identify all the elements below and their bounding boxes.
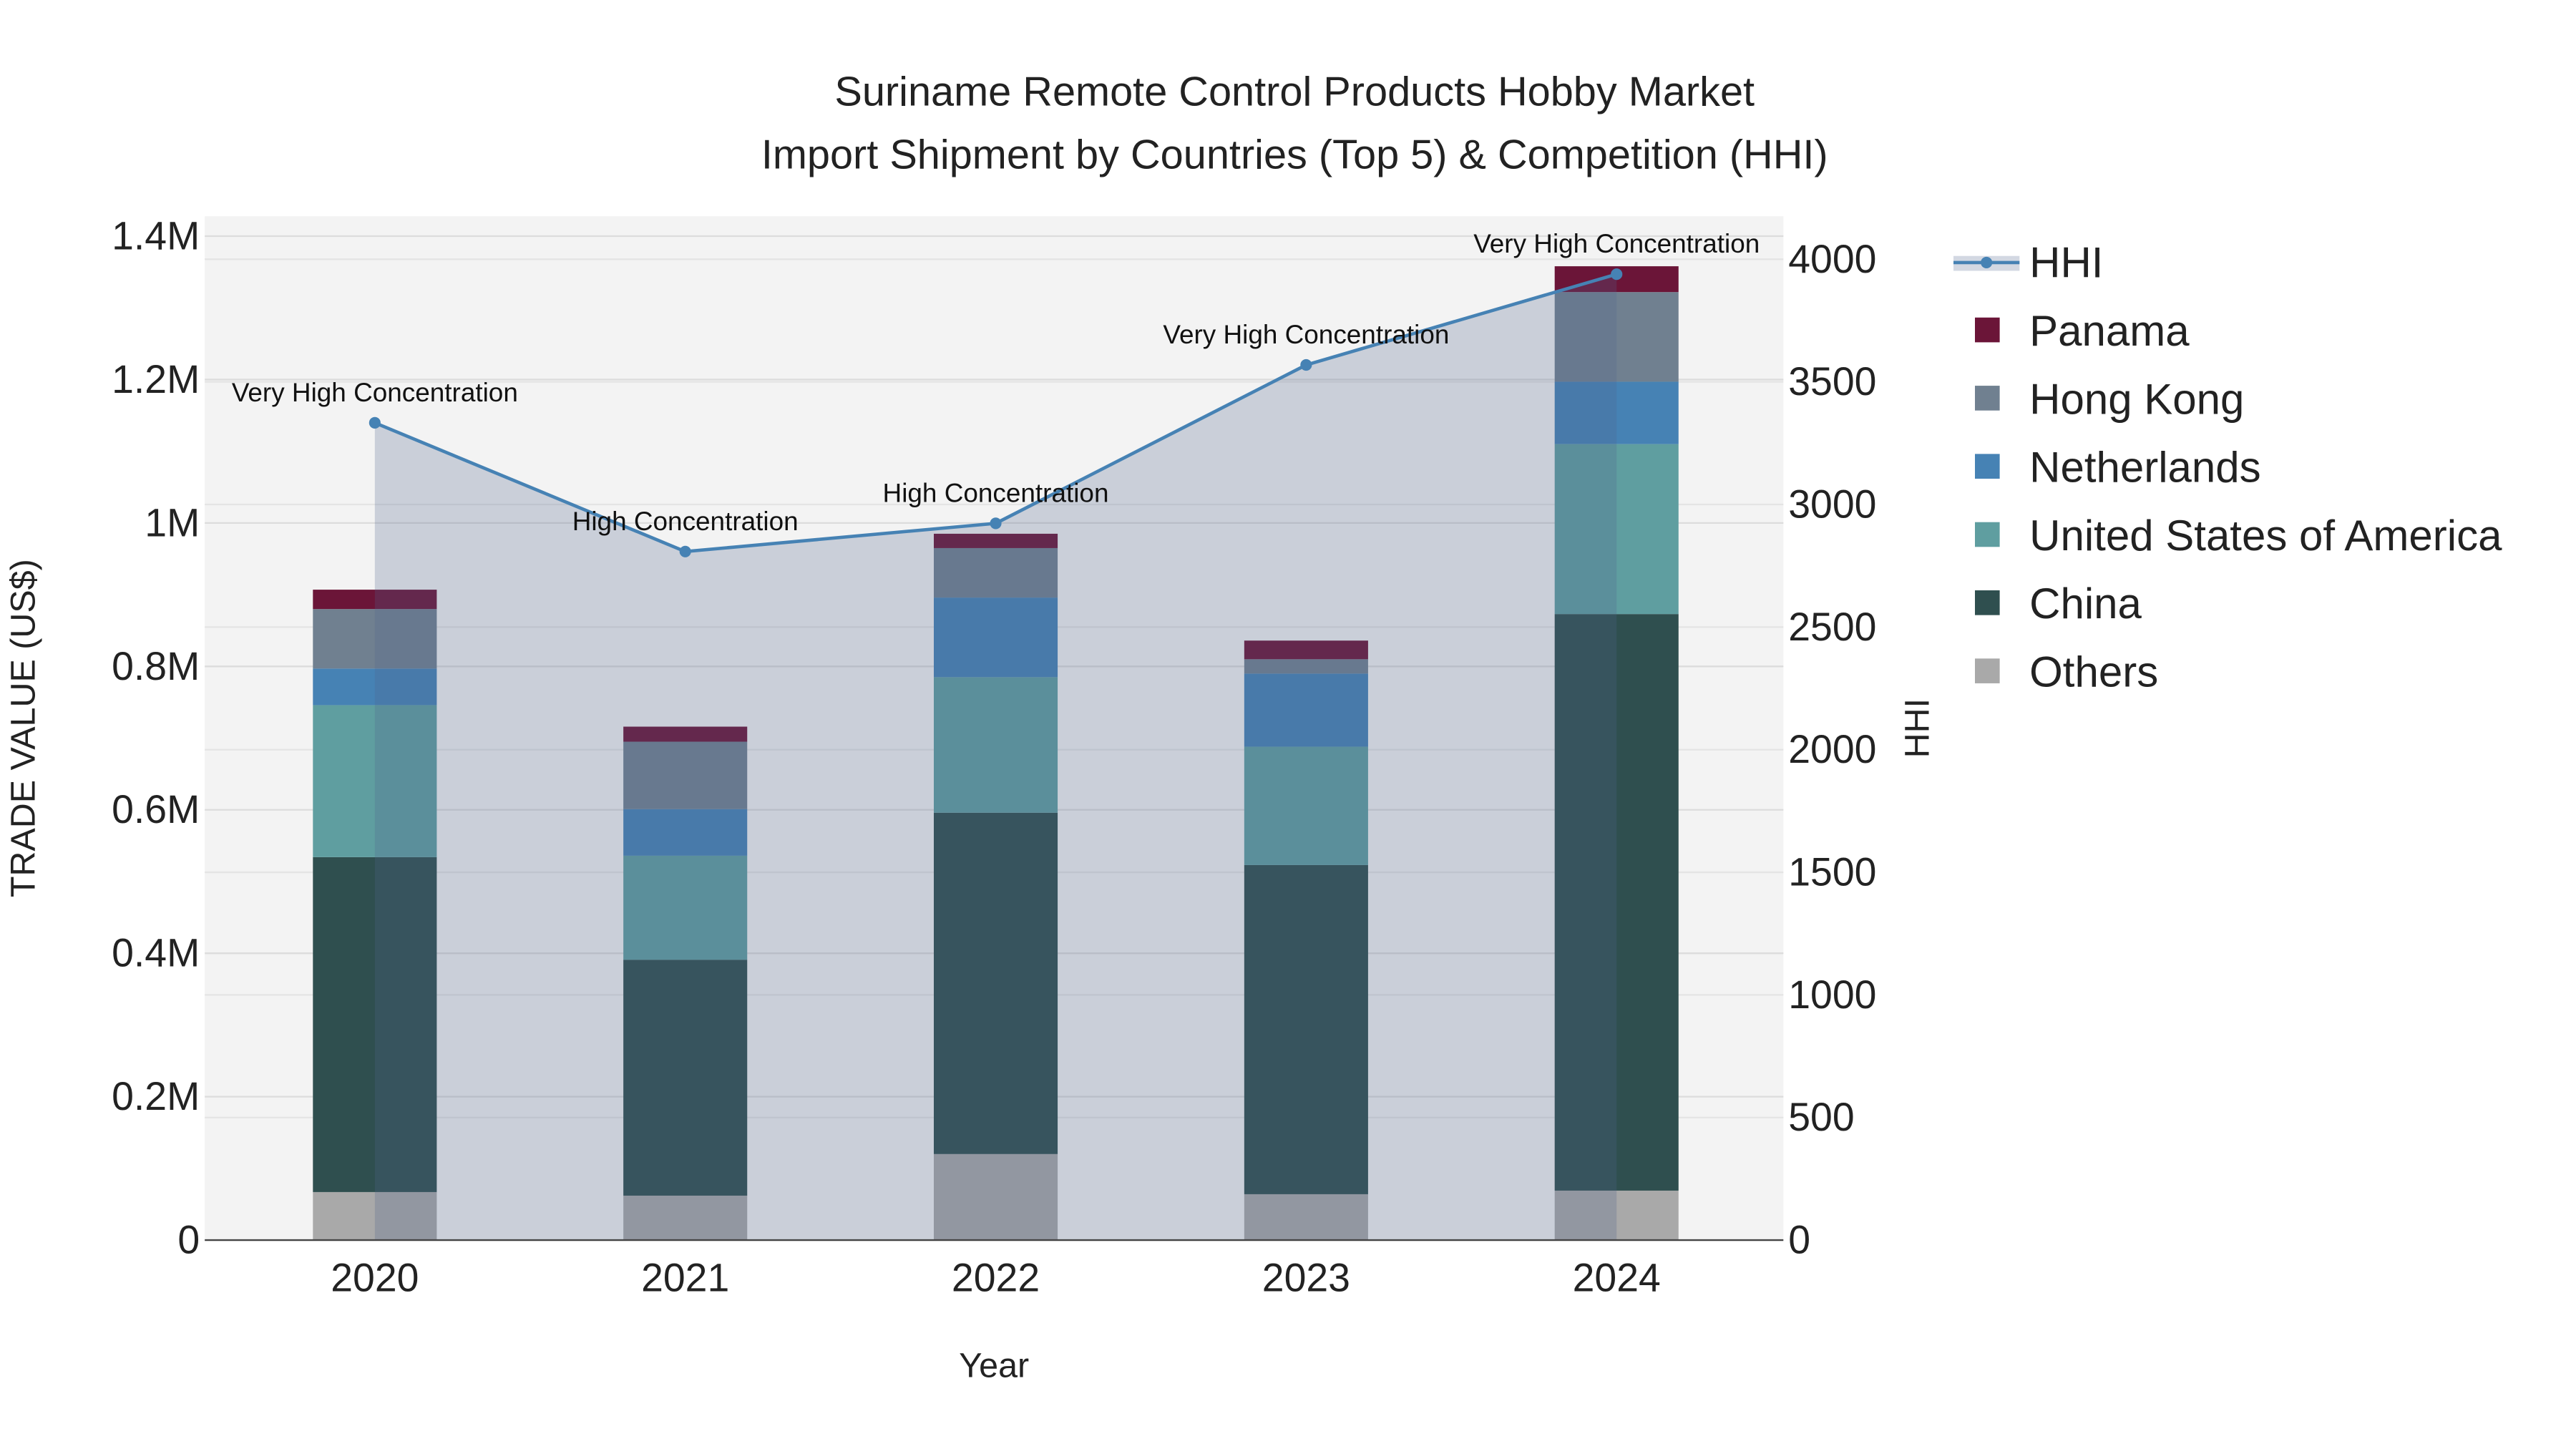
legend-label: Others: [2029, 648, 2158, 696]
y-tick-label: 1M: [145, 500, 200, 545]
hhi-point: [1611, 268, 1623, 280]
y-tick-label: 0.4M: [112, 931, 200, 975]
y-tick-label: 0.8M: [112, 644, 200, 688]
legend-label: Hong Kong: [2029, 375, 2244, 423]
y-tick-label: 0.6M: [112, 787, 200, 831]
x-tick-label: 2020: [331, 1256, 419, 1300]
hhi-point: [369, 416, 381, 429]
legend: HHI Panama Hong Kong Netherlands United Stat…: [1953, 239, 2502, 696]
y2-tick-label: 500: [1788, 1095, 1854, 1139]
legend-item-others[interactable]: Others: [1975, 648, 2158, 696]
hhi-annotation: Very High Concentration: [232, 378, 518, 407]
y2-tick-label: 1500: [1788, 850, 1876, 894]
hhi-annotation: High Concentration: [883, 478, 1109, 507]
y2-tick-label: 0: [1788, 1218, 1810, 1262]
legend-swatch: [1975, 590, 2000, 615]
hhi-annotation: Very High Concentration: [1473, 229, 1760, 258]
legend-item-panama[interactable]: Panama: [1975, 307, 2190, 355]
legend-item-china[interactable]: China: [1975, 580, 2142, 628]
legend-swatch: [1975, 386, 2000, 411]
x-tick-label: 2024: [1573, 1256, 1661, 1300]
hhi-point: [1300, 358, 1312, 371]
legend-item-united-states-of-america[interactable]: United States of America: [1975, 512, 2502, 560]
legend-swatch-marker: [1981, 256, 1993, 268]
legend-label: China: [2029, 580, 2142, 628]
y-tick-label: 0: [177, 1218, 200, 1262]
hhi-point: [990, 517, 1002, 530]
y-tick-label: 1.4M: [112, 213, 200, 258]
y2-axis-label: HHI: [1898, 698, 1936, 758]
chart-title-line1: Suriname Remote Control Products Hobby M…: [834, 69, 1755, 115]
x-axis-label: Year: [959, 1347, 1029, 1385]
legend-swatch: [1975, 317, 2000, 343]
legend-label: United States of America: [2029, 512, 2502, 560]
y-tick-label: 1.2M: [112, 357, 200, 401]
y2-tick-label: 2500: [1788, 605, 1876, 649]
y2-tick-label: 4000: [1788, 237, 1876, 281]
x-axis-ticks: 2020 2021 2022 2023 2024: [331, 1256, 1661, 1300]
legend-item-hong-kong[interactable]: Hong Kong: [1975, 375, 2244, 423]
chart: Very High Concentration High Concentratio…: [4, 69, 2502, 1385]
legend-label: HHI: [2029, 239, 2103, 287]
hhi-annotation: High Concentration: [572, 507, 799, 536]
y2-tick-label: 3000: [1788, 482, 1876, 526]
x-tick-label: 2021: [641, 1256, 729, 1300]
legend-item-netherlands[interactable]: Netherlands: [1975, 444, 2261, 492]
legend-swatch: [1975, 522, 2000, 547]
legend-swatch: [1975, 454, 2000, 479]
legend-label: Panama: [2029, 307, 2190, 355]
hhi-annotation: Very High Concentration: [1163, 320, 1449, 349]
y2-tick-label: 2000: [1788, 727, 1876, 771]
legend-label: Netherlands: [2029, 444, 2261, 492]
legend-item-hhi[interactable]: HHI: [1953, 239, 2103, 287]
y2-axis-ticks: 0 500 1000 1500 2000 2500 3000 3500 4000: [1788, 237, 1876, 1262]
x-tick-label: 2022: [952, 1256, 1040, 1300]
y2-tick-label: 1000: [1788, 972, 1876, 1017]
chart-title-line2: Import Shipment by Countries (Top 5) & C…: [761, 132, 1828, 177]
y2-tick-label: 3500: [1788, 359, 1876, 404]
x-tick-label: 2023: [1262, 1256, 1350, 1300]
y-axis-label: TRADE VALUE (US$): [4, 559, 42, 897]
legend-swatch: [1975, 658, 2000, 683]
hhi-point: [679, 545, 691, 557]
y-axis-ticks: 0 0.2M 0.4M 0.6M 0.8M 1M 1.2M 1.4M: [112, 213, 200, 1262]
y-tick-label: 0.2M: [112, 1074, 200, 1118]
